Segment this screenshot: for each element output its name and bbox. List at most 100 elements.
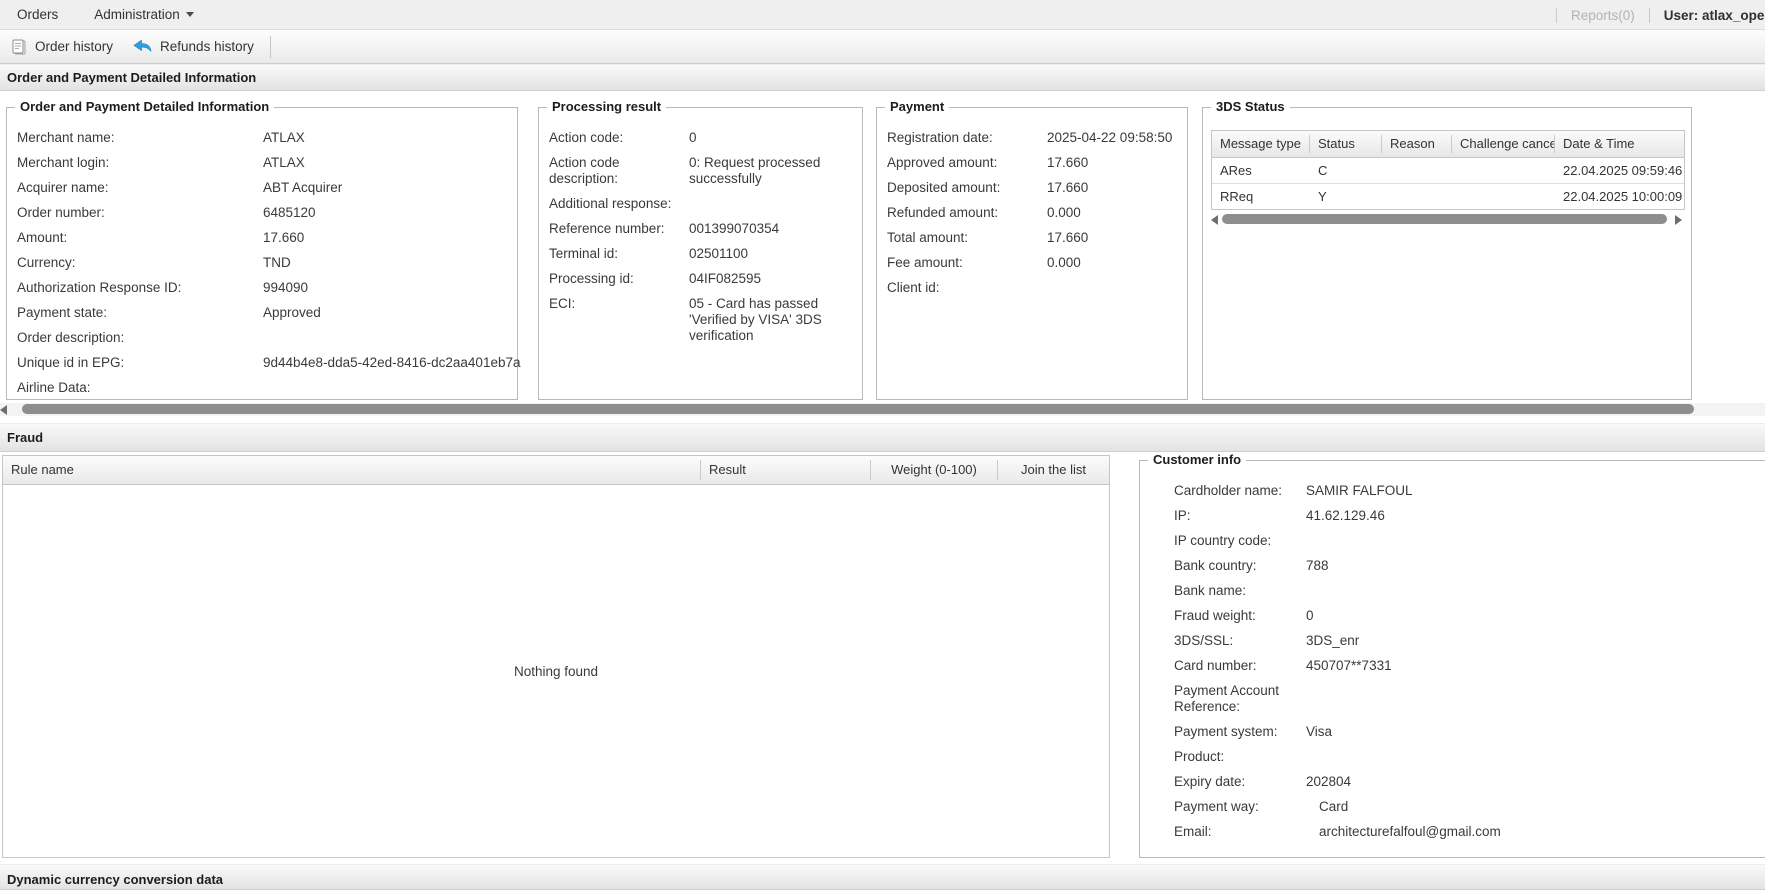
field-row: Action code description:0: Request proce… (549, 155, 862, 187)
field-row: Fee amount:0.000 (887, 255, 1187, 271)
order-history-button[interactable]: Order history (0, 33, 123, 61)
field-value: 001399070354 (689, 221, 851, 237)
customer-info-panel: Customer info Cardholder name:SAMIR FALF… (1139, 460, 1765, 858)
field-row: 3DS/SSL:3DS_enr (1174, 633, 1765, 649)
field-value: 02501100 (689, 246, 851, 262)
field-value: 0 (1306, 608, 1314, 624)
arrow-left-icon[interactable] (0, 405, 7, 415)
fraud-table-body: Nothing found (3, 485, 1109, 858)
field-value: 05 - Card has passed 'Verified by VISA' … (689, 296, 851, 344)
field-row: Merchant login:ATLAX (17, 155, 517, 171)
reports-link[interactable]: Reports(0) (1571, 8, 1635, 23)
menu-item-orders[interactable]: Orders (11, 7, 64, 22)
arrow-right-icon[interactable] (1675, 215, 1682, 225)
field-label: Approved amount: (887, 155, 1047, 171)
field-row: Bank name: (1174, 583, 1765, 599)
field-label: ECI: (549, 296, 689, 344)
current-user-label: User: atlax_operat (1664, 8, 1765, 23)
scrollbar-thumb[interactable] (22, 404, 1694, 414)
tds-status-panel: 3DS Status Message type Status Reason Ch… (1202, 107, 1692, 400)
payment-panel: Payment Registration date:2025-04-22 09:… (876, 107, 1188, 400)
menu-administration-label: Administration (94, 7, 180, 22)
field-row: Total amount:17.660 (887, 230, 1187, 246)
refunds-history-label: Refunds history (160, 39, 254, 54)
empty-state-text: Nothing found (3, 664, 1109, 679)
field-label: Acquirer name: (17, 180, 263, 196)
arrow-left-icon[interactable] (1211, 215, 1218, 225)
field-label: Terminal id: (549, 246, 689, 262)
order-details-legend: Order and Payment Detailed Information (15, 99, 274, 114)
payment-legend: Payment (885, 99, 949, 114)
field-value: 0: Request processed successfully (689, 155, 851, 187)
field-label: Card number: (1174, 658, 1306, 674)
field-value: 6485120 (263, 205, 316, 221)
document-icon (10, 38, 28, 56)
fraud-col-result: Result (701, 460, 871, 480)
field-row: Airline Data: (17, 380, 517, 396)
chevron-down-icon (186, 12, 194, 17)
field-label: Unique id in EPG: (17, 355, 263, 371)
field-row: Product: (1174, 749, 1765, 765)
field-label: 3DS/SSL: (1174, 633, 1306, 649)
order-details-page: { "colors": { "accent_blue": "#2e9fe0", … (0, 0, 1765, 880)
tds-col-message-type: Message type (1212, 135, 1310, 153)
field-value: 0 (689, 130, 851, 146)
field-value: 17.660 (1047, 155, 1088, 171)
field-row: Approved amount:17.660 (887, 155, 1187, 171)
field-row: Deposited amount:17.660 (887, 180, 1187, 196)
fraud-rules-table: Rule name Result Weight (0-100) Join the… (2, 455, 1110, 858)
field-label: Order description: (17, 330, 263, 346)
field-label: Payment state: (17, 305, 263, 321)
tds-cell: ARes (1212, 163, 1310, 178)
field-row: ECI:05 - Card has passed 'Verified by VI… (549, 296, 862, 344)
field-row: Unique id in EPG:9d44b4e8-dda5-42ed-8416… (17, 355, 517, 371)
field-value: 2025-04-22 09:58:50 (1047, 130, 1172, 146)
field-label: Bank country: (1174, 558, 1306, 574)
fraud-table-header: Rule name Result Weight (0-100) Join the… (3, 456, 1109, 485)
field-value: architecturefalfoul@gmail.com (1306, 824, 1501, 840)
field-label: Expiry date: (1174, 774, 1306, 790)
field-row: Expiry date:202804 (1174, 774, 1765, 790)
field-value: Card (1306, 799, 1348, 815)
menu-item-administration[interactable]: Administration (88, 7, 200, 22)
field-label: Airline Data: (17, 380, 263, 396)
processing-result-panel: Processing result Action code:0 Action c… (538, 107, 863, 400)
field-row: Payment Account Reference: (1174, 683, 1765, 715)
order-history-label: Order history (35, 39, 113, 54)
section-header-order-details: Order and Payment Detailed Information (0, 64, 1765, 91)
refund-arrow-icon (133, 39, 153, 55)
tds-cell: Y (1310, 189, 1382, 204)
field-value: 04IF082595 (689, 271, 851, 287)
field-label: IP: (1174, 508, 1306, 524)
field-label: IP country code: (1174, 533, 1306, 549)
scrollbar-thumb[interactable] (1222, 214, 1667, 224)
field-row: Email:architecturefalfoul@gmail.com (1174, 824, 1765, 840)
field-label: Product: (1174, 749, 1306, 765)
fraud-col-rule-name: Rule name (3, 460, 701, 480)
refunds-history-button[interactable]: Refunds history (123, 33, 264, 61)
field-row: Authorization Response ID:994090 (17, 280, 517, 296)
field-label: Deposited amount: (887, 180, 1047, 196)
menu-orders-label: Orders (17, 7, 58, 22)
field-value: 994090 (263, 280, 308, 296)
field-value: ABT Acquirer (263, 180, 342, 196)
field-row: Registration date:2025-04-22 09:58:50 (887, 130, 1187, 146)
tds-col-reason: Reason (1382, 135, 1452, 153)
field-value: Approved (263, 305, 321, 321)
tds-status-table: Message type Status Reason Challenge can… (1211, 130, 1685, 210)
tds-cell: 22.04.2025 09:59:46 (1555, 163, 1682, 178)
section-header-dcc: Dynamic currency conversion data (0, 864, 1765, 890)
field-label: Client id: (887, 280, 1047, 296)
field-value: 17.660 (1047, 230, 1088, 246)
field-label: Action code: (549, 130, 689, 146)
field-row: Acquirer name:ABT Acquirer (17, 180, 517, 196)
field-label: Authorization Response ID: (17, 280, 263, 296)
section-header-label: Order and Payment Detailed Information (7, 70, 256, 85)
main-horizontal-scrollbar[interactable] (0, 403, 1765, 416)
field-value: 0.000 (1047, 205, 1081, 221)
tds-horizontal-scrollbar[interactable] (1211, 213, 1682, 226)
field-value: TND (263, 255, 291, 271)
processing-result-legend: Processing result (547, 99, 666, 114)
field-value: 202804 (1306, 774, 1351, 790)
field-row: Action code:0 (549, 130, 862, 146)
